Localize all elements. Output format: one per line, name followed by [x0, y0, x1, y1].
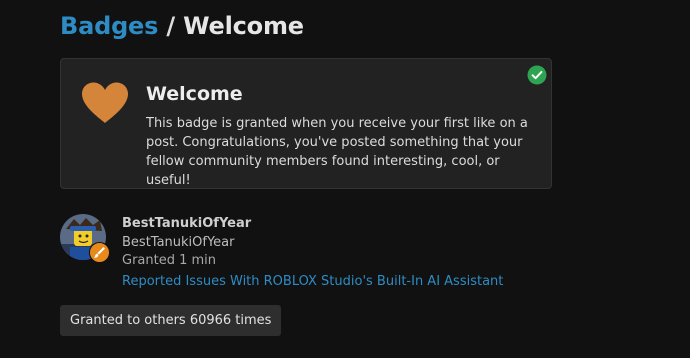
- avatar-wrapper[interactable]: [60, 214, 110, 264]
- breadcrumb-current: Welcome: [183, 12, 304, 40]
- topic-link[interactable]: Reported Issues With ROBLOX Studio's Bui…: [122, 274, 503, 289]
- granted-time: Granted 1 min: [122, 253, 217, 268]
- user-title: BestTanukiOfYear: [122, 235, 235, 250]
- breadcrumb-badges-link[interactable]: Badges: [60, 12, 158, 40]
- username[interactable]: BestTanukiOfYear: [122, 216, 251, 231]
- heart-icon: [82, 82, 128, 123]
- paintbrush-icon: [89, 242, 110, 263]
- user-grant-entry: BestTanukiOfYear BestTanukiOfYear Grante…: [60, 210, 620, 295]
- granted-count-button[interactable]: Granted to others 60966 times: [60, 305, 282, 336]
- badge-card: Welcome This badge is granted when you r…: [60, 58, 552, 189]
- check-icon: [527, 65, 547, 85]
- badge-description: This badge is granted when you receive y…: [146, 116, 528, 188]
- badge-name: Welcome: [146, 83, 243, 105]
- page-title: Badges / Welcome: [60, 12, 304, 40]
- breadcrumb-separator: /: [166, 12, 175, 40]
